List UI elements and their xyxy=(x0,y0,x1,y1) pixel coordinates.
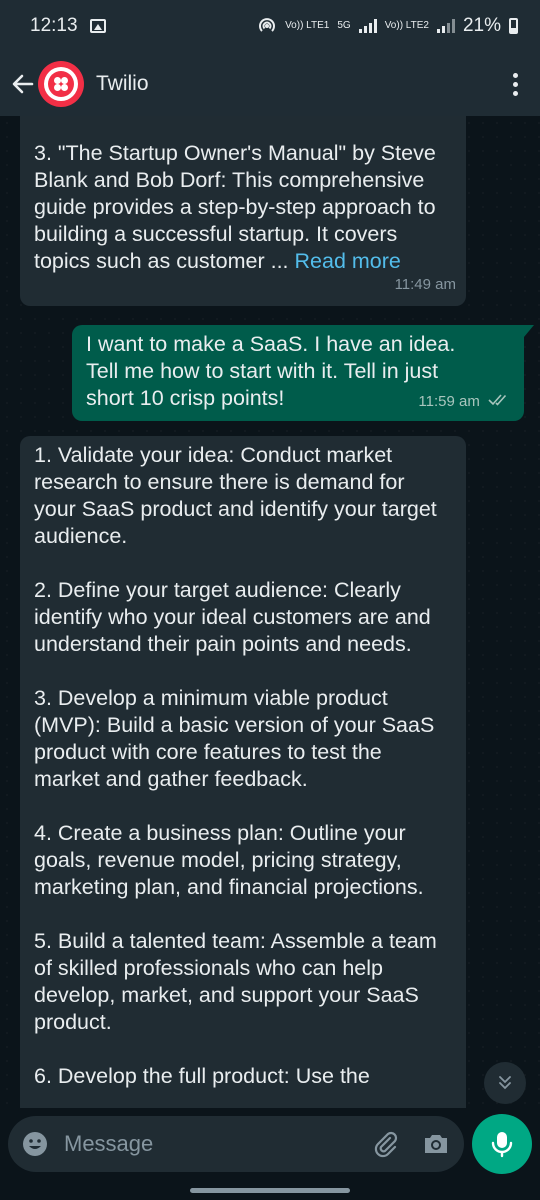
message-time: 11:49 am xyxy=(394,276,456,293)
signal-1-icon xyxy=(358,19,377,33)
battery-icon xyxy=(509,18,518,34)
voice-message-button[interactable] xyxy=(472,1114,532,1174)
chat-header: Twilio xyxy=(0,52,540,116)
gallery-notification-icon xyxy=(89,19,106,33)
microphone-icon xyxy=(491,1132,513,1158)
hotspot-icon xyxy=(259,18,275,32)
read-more-link[interactable]: Read more xyxy=(295,249,401,273)
double-chevron-down-icon xyxy=(499,1076,511,1090)
message-input[interactable] xyxy=(64,1131,334,1157)
paperclip-icon[interactable] xyxy=(370,1129,400,1159)
chat-area[interactable]: 3. "The Startup Owner's Manual" by Steve… xyxy=(0,116,540,1108)
scroll-to-bottom-button[interactable] xyxy=(484,1062,526,1104)
list-item: 1. Validate your idea: Conduct market re… xyxy=(34,443,437,548)
message-text: 1. Validate your idea: Conduct market re… xyxy=(34,442,452,1090)
list-item: 2. Define your target audience: Clearly … xyxy=(34,578,431,656)
message-time: 11:59 am xyxy=(418,393,480,410)
battery-percent: 21% xyxy=(462,15,501,36)
status-indicators: Vo)) LTE1 5G Vo)) LTE2 21% xyxy=(257,15,518,37)
network-type-label: 5G xyxy=(337,20,351,31)
home-gesture-handle[interactable] xyxy=(190,1188,350,1193)
list-item: 3. Develop a minimum viable product (MVP… xyxy=(34,686,435,791)
message-meta: 11:59 am xyxy=(418,388,510,415)
lte2-label: Vo)) LTE2 xyxy=(384,20,429,31)
list-item: 5. Build a talented team: Assemble a tea… xyxy=(34,929,437,1034)
list-item: 6. Develop the full product: Use the xyxy=(34,1064,370,1088)
camera-icon[interactable] xyxy=(422,1130,450,1158)
list-item: 4. Create a business plan: Outline your … xyxy=(34,821,424,899)
message-incoming[interactable]: 1. Validate your idea: Conduct market re… xyxy=(20,436,466,1108)
double-check-icon xyxy=(488,394,507,406)
message-outgoing[interactable]: I want to make a SaaS. I have an idea. T… xyxy=(72,325,534,421)
contact-name[interactable]: Twilio xyxy=(96,72,149,96)
status-bar: 12:13 Vo)) LTE1 5G Vo)) LTE2 21% xyxy=(0,0,540,52)
message-text: 3. "The Startup Owner's Manual" by Steve… xyxy=(34,141,436,273)
message-incoming[interactable]: 3. "The Startup Owner's Manual" by Steve… xyxy=(20,116,466,306)
more-options-icon[interactable] xyxy=(513,72,518,96)
message-composer xyxy=(8,1116,464,1172)
contact-avatar[interactable] xyxy=(38,61,84,107)
signal-2-icon xyxy=(436,19,455,33)
back-arrow-icon[interactable] xyxy=(8,69,38,99)
twilio-logo-icon xyxy=(44,67,78,101)
emoji-icon[interactable] xyxy=(22,1131,48,1157)
status-time: 12:13 xyxy=(30,15,78,36)
lte1-label: Vo)) LTE1 xyxy=(285,20,330,31)
system-nav-bar xyxy=(0,1176,540,1200)
